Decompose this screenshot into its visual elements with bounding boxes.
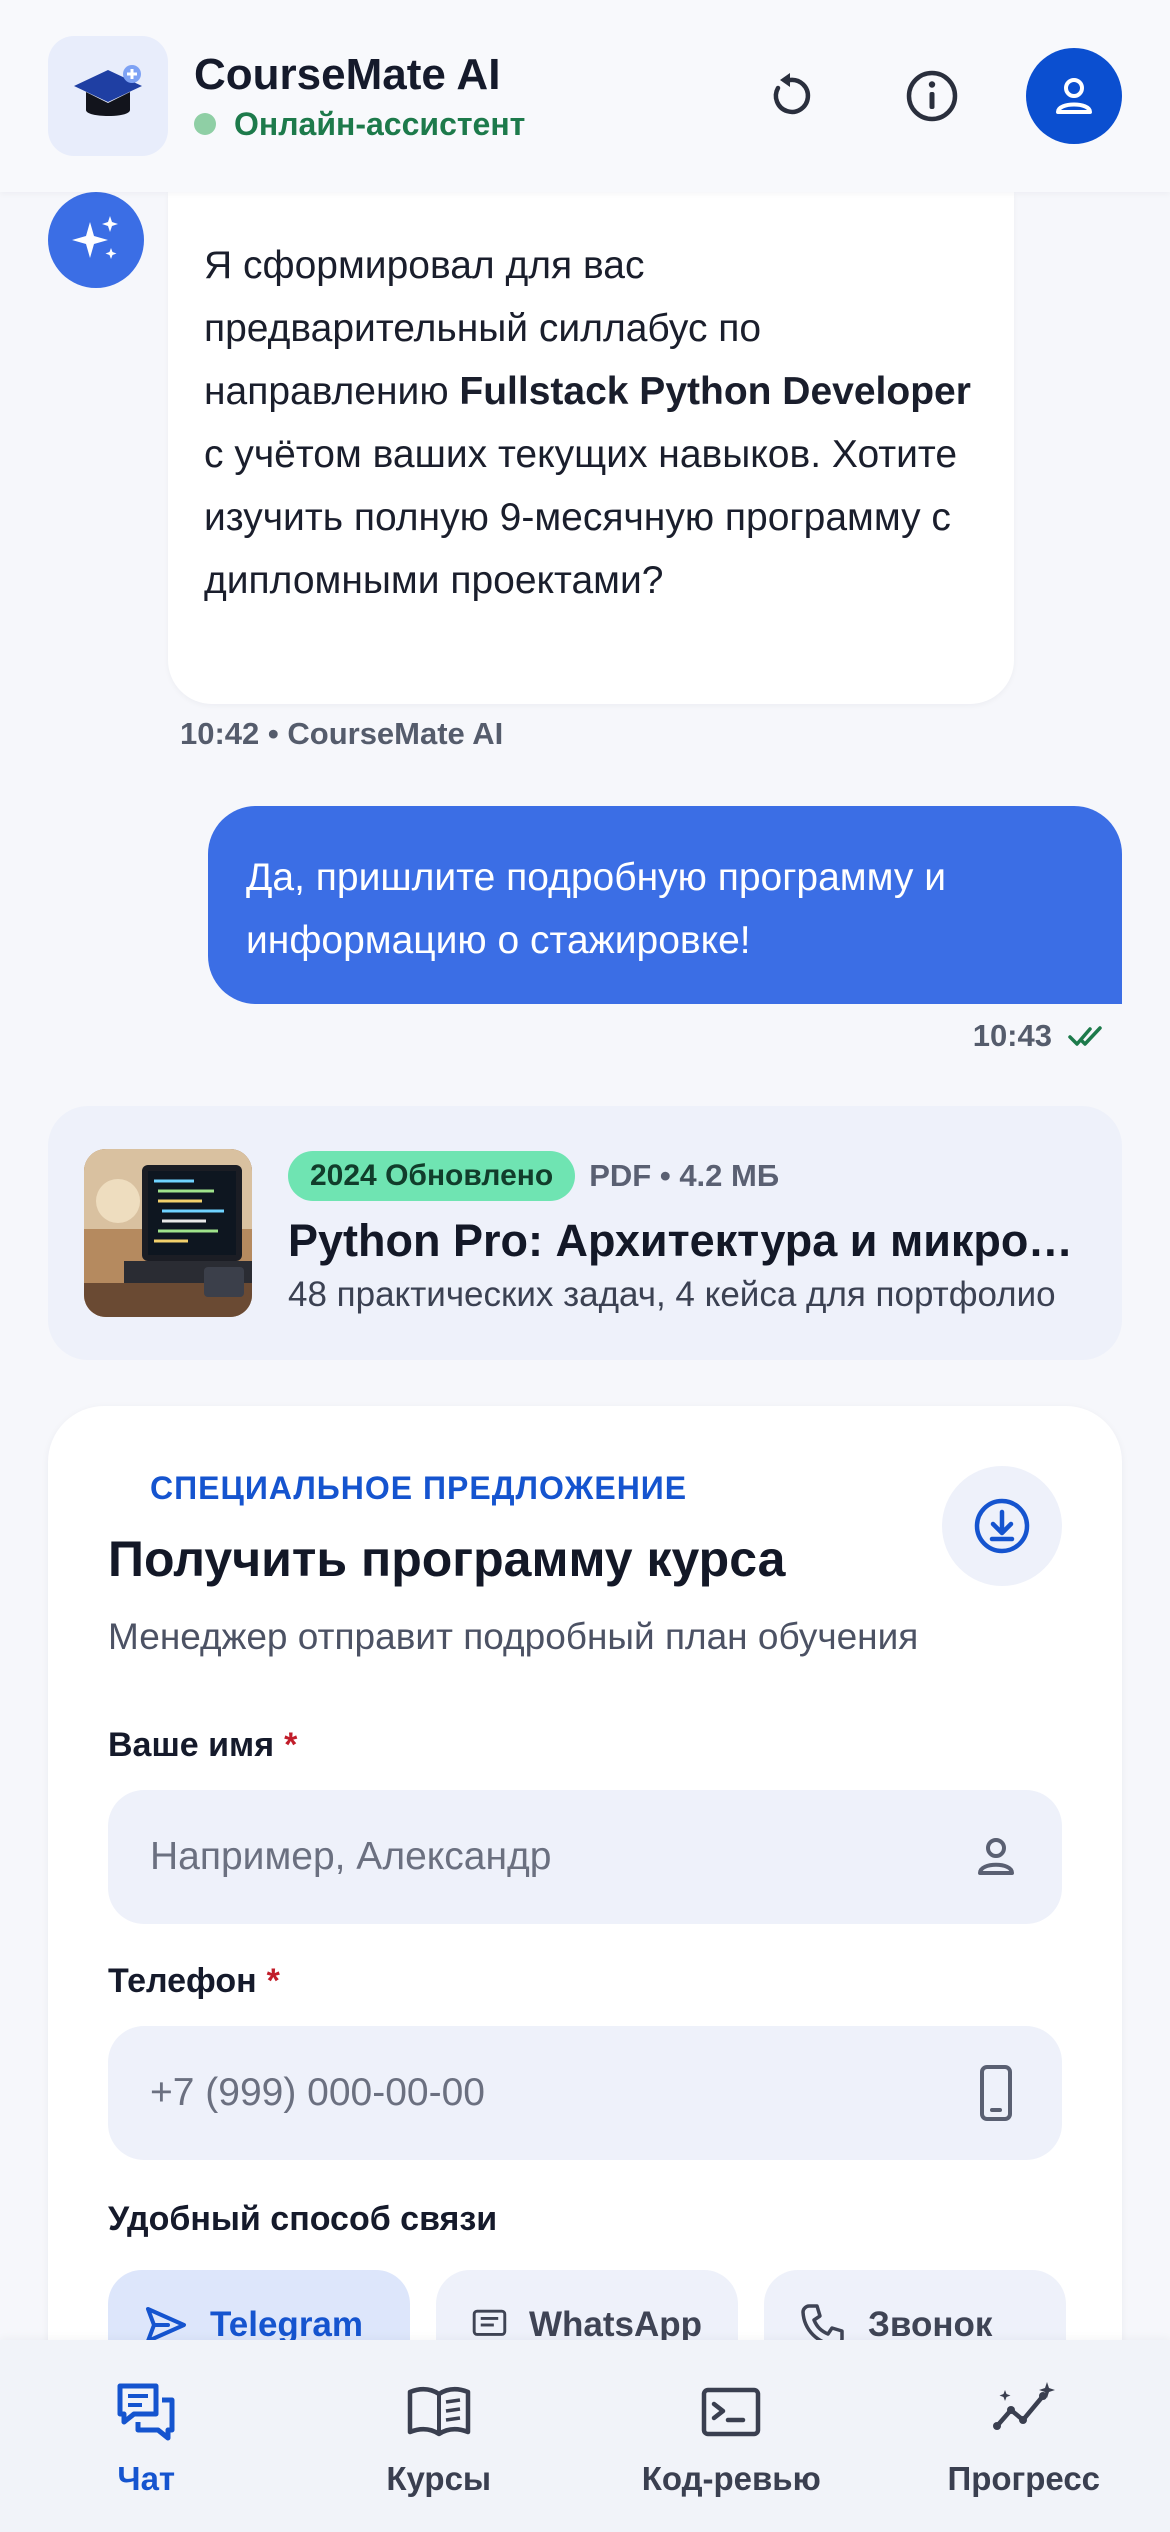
sparkle-icon: [72, 216, 118, 259]
user-message-bubble: Да, пришлите подробную программу и инфор…: [208, 806, 1122, 1004]
nav-item-progress[interactable]: Прогресс: [904, 2380, 1144, 2498]
status-dot-icon: [194, 113, 216, 136]
contact-telegram-label: Telegram: [210, 2305, 364, 2344]
file-subtitle: 48 практических задач, 4 кейса для портф…: [288, 1275, 1056, 1314]
app-header: CourseMate AI Онлайн-ассистент: [0, 0, 1170, 192]
book-icon: [407, 2387, 470, 2437]
updated-badge: 2024 Обновлено: [288, 1151, 576, 1201]
graduation-cap-icon: [48, 36, 168, 156]
phone-label-text: Телефон: [108, 1962, 257, 2000]
course-file-card[interactable]: 2024 Обновлено PDF • 4.2 МБ Python Pro: …: [48, 1106, 1122, 1360]
status-text: Онлайн-ассистент: [234, 105, 526, 142]
ai-message-text-end: с учётом ваших текущих навыков. Хотите и…: [204, 433, 958, 602]
name-label: Ваше имя *: [108, 1726, 297, 1765]
refresh-icon: [773, 73, 811, 115]
nav-item-courses[interactable]: Курсы: [319, 2380, 559, 2498]
name-input[interactable]: [150, 1835, 972, 1879]
refresh-button[interactable]: [742, 48, 838, 144]
ai-message-highlight: Fullstack Python Developer: [459, 370, 971, 413]
ai-message-bubble: Я сформировал для вас предварительный си…: [168, 192, 1014, 704]
ai-avatar: [48, 192, 144, 288]
nav-label-code-review: Код-ревью: [641, 2460, 821, 2497]
file-meta: PDF • 4.2 МБ: [589, 1158, 780, 1193]
phone-label: Телефон *: [108, 1962, 280, 2001]
profile-button[interactable]: [1026, 48, 1122, 144]
smartphone-icon: [980, 2065, 1012, 2121]
double-check-icon: [1068, 1026, 1102, 1046]
person-icon: [978, 1838, 1014, 1875]
nav-item-code-review[interactable]: Код-ревью: [611, 2380, 851, 2498]
form-subtitle: Менеджер отправит подробный план обучени…: [108, 1616, 919, 1657]
nav-label-courses: Курсы: [386, 2460, 492, 2497]
terminal-icon: [702, 2387, 761, 2437]
nav-label-chat: Чат: [117, 2460, 176, 2497]
chat-icon: [117, 2383, 175, 2441]
user-message-time: 10:43: [972, 1018, 1052, 1053]
app-title: CourseMate AI: [194, 50, 501, 100]
contact-method-label: Удобный способ связи: [108, 2200, 498, 2238]
required-mark: *: [284, 1726, 298, 1764]
ai-message-meta: 10:42 • CourseMate AI: [180, 716, 504, 751]
download-button[interactable]: [942, 1466, 1062, 1586]
nav-item-chat[interactable]: Чат: [26, 2380, 266, 2498]
download-icon: [974, 1498, 1030, 1554]
contact-whatsapp-label: WhatsApp: [528, 2305, 702, 2344]
name-field[interactable]: [108, 1790, 1062, 1924]
user-icon: [1056, 78, 1092, 114]
user-message-text: Да, пришлите подробную программу и инфор…: [246, 856, 946, 962]
bottom-navigation: Чат Курсы Код-ревью Прогресс: [0, 2340, 1170, 2532]
progress-icon: [992, 2382, 1055, 2430]
name-label-text: Ваше имя: [108, 1726, 275, 1764]
user-message-meta: 10:43: [973, 1018, 1110, 1054]
form-title: Получить программу курса: [108, 1531, 786, 1587]
contact-call-label: Звонок: [868, 2305, 993, 2344]
file-title: Python Pro: Архитектура и микросервисы: [288, 1215, 1086, 1266]
chat-screen: CourseMate AI Онлайн-ассистент Я сформир…: [0, 0, 1170, 2532]
offer-label: СПЕЦИАЛЬНОЕ ПРЕДЛОЖЕНИЕ: [150, 1470, 688, 1506]
course-thumbnail: [84, 1149, 252, 1317]
nav-label-progress: Прогресс: [947, 2460, 1101, 2497]
online-status: Онлайн-ассистент: [194, 106, 525, 143]
info-button[interactable]: [884, 48, 980, 144]
phone-field[interactable]: [108, 2026, 1062, 2160]
phone-input[interactable]: [150, 2071, 972, 2115]
info-icon: [906, 70, 958, 122]
required-mark: *: [266, 1962, 280, 2000]
